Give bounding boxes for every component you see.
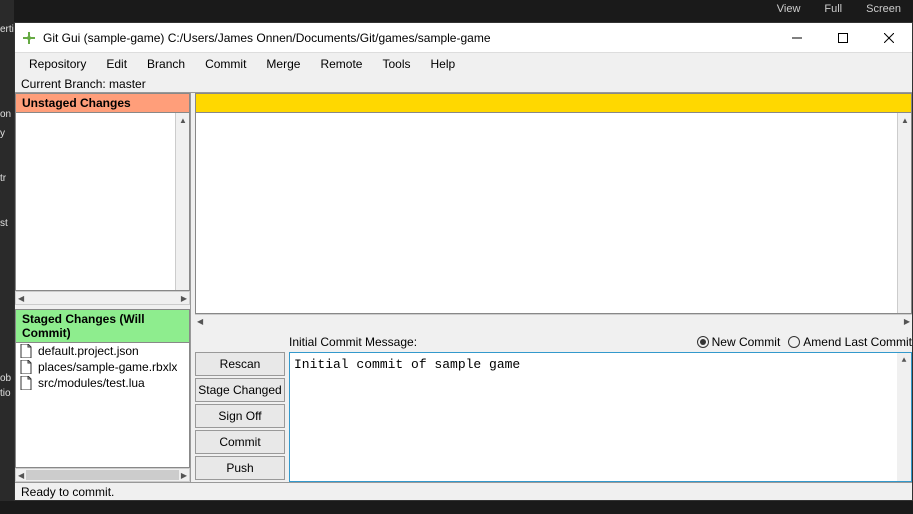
unstaged-list[interactable]: ▲ <box>15 113 190 291</box>
maximize-button[interactable] <box>820 23 866 52</box>
file-row[interactable]: default.project.json <box>16 343 189 359</box>
bg-menu-full: Full <box>812 0 854 22</box>
file-name: src/modules/test.lua <box>38 376 145 390</box>
scrollbar-vertical[interactable]: ▲ <box>897 113 911 313</box>
file-name: default.project.json <box>38 344 139 358</box>
push-button[interactable]: Push <box>195 456 285 480</box>
scrollbar-horizontal[interactable]: ◀▶ <box>15 468 190 482</box>
radio-label: Amend Last Commit <box>803 335 912 349</box>
left-column: Unstaged Changes ▲ ◀▶ Staged Changes (Wi… <box>15 93 191 482</box>
bg-text: ob <box>0 371 14 386</box>
branch-name: master <box>109 77 146 91</box>
menu-repository[interactable]: Repository <box>19 54 96 74</box>
scrollbar-horizontal[interactable]: ◀▶ <box>195 314 912 328</box>
scrollbar-vertical[interactable]: ▲ <box>175 113 189 290</box>
scroll-left-icon[interactable]: ◀ <box>197 317 203 326</box>
scroll-right-icon[interactable]: ▶ <box>904 317 910 326</box>
stage-changed-button[interactable]: Stage Changed <box>195 378 285 402</box>
scrollbar-horizontal[interactable]: ◀▶ <box>15 291 190 305</box>
close-button[interactable] <box>866 23 912 52</box>
scroll-up-icon[interactable]: ▲ <box>897 353 911 367</box>
window-title: Git Gui (sample-game) C:/Users/James Onn… <box>43 31 774 45</box>
menu-edit[interactable]: Edit <box>96 54 137 74</box>
menubar: Repository Edit Branch Commit Merge Remo… <box>15 53 912 75</box>
radio-unselected-icon <box>788 336 800 348</box>
menu-merge[interactable]: Merge <box>256 54 310 74</box>
sign-off-button[interactable]: Sign Off <box>195 404 285 428</box>
commit-message-label: Initial Commit Message: <box>289 335 417 349</box>
bg-menu-screen: Screen <box>854 0 913 22</box>
diff-view[interactable]: ▲ <box>195 113 912 314</box>
menu-branch[interactable]: Branch <box>137 54 195 74</box>
branch-label: Current Branch: <box>21 77 106 91</box>
bg-text: tio <box>0 386 14 401</box>
unstaged-header: Unstaged Changes <box>15 93 190 113</box>
bg-text: st <box>0 216 14 231</box>
scroll-right-icon[interactable]: ▶ <box>181 471 187 480</box>
commit-message-text: Initial commit of sample game <box>294 357 520 372</box>
menu-help[interactable]: Help <box>420 54 465 74</box>
menu-commit[interactable]: Commit <box>195 54 256 74</box>
menu-remote[interactable]: Remote <box>310 54 372 74</box>
scroll-left-icon[interactable]: ◀ <box>18 294 24 303</box>
staged-list[interactable]: default.project.json places/sample-game.… <box>15 343 190 468</box>
scroll-right-icon[interactable]: ▶ <box>181 294 187 303</box>
staged-header: Staged Changes (Will Commit) <box>15 309 190 343</box>
background-left-panel: erties on y tr st ob tio <box>0 0 14 514</box>
commit-message-input[interactable]: Initial commit of sample game ▲ <box>289 352 912 482</box>
diff-header <box>195 93 912 113</box>
message-column: Initial Commit Message: New Commit Amend… <box>289 332 912 482</box>
branch-bar: Current Branch: master <box>15 75 912 93</box>
rescan-button[interactable]: Rescan <box>195 352 285 376</box>
commit-area: Rescan Stage Changed Sign Off Commit Pus… <box>195 332 912 482</box>
git-gui-icon <box>21 30 37 46</box>
bg-menu-view: View <box>765 0 813 22</box>
scroll-left-icon[interactable]: ◀ <box>18 471 24 480</box>
git-gui-window: Git Gui (sample-game) C:/Users/James Onn… <box>14 22 913 501</box>
menu-tools[interactable]: Tools <box>372 54 420 74</box>
bg-text: on <box>0 107 14 122</box>
right-column: ▲ ◀▶ Rescan Stage Changed Sign Off Commi… <box>191 93 912 482</box>
amend-commit-radio[interactable]: Amend Last Commit <box>788 335 912 349</box>
file-name: places/sample-game.rbxlx <box>38 360 177 374</box>
file-icon <box>20 344 34 358</box>
radio-label: New Commit <box>712 335 781 349</box>
file-icon <box>20 376 34 390</box>
new-commit-radio[interactable]: New Commit <box>697 335 781 349</box>
scroll-thumb[interactable] <box>26 470 179 480</box>
commit-type-radio-group: New Commit Amend Last Commit <box>697 335 912 349</box>
background-bottom <box>0 501 913 514</box>
radio-selected-icon <box>697 336 709 348</box>
titlebar: Git Gui (sample-game) C:/Users/James Onn… <box>15 23 912 53</box>
scroll-up-icon[interactable]: ▲ <box>176 113 190 127</box>
scroll-up-icon[interactable]: ▲ <box>898 113 912 127</box>
file-icon <box>20 360 34 374</box>
bg-text: tr <box>0 171 14 186</box>
status-bar: Ready to commit. <box>15 482 912 500</box>
commit-button[interactable]: Commit <box>195 430 285 454</box>
background-top-bar: View Full Screen <box>0 0 913 22</box>
bg-text: erties <box>0 22 14 37</box>
button-column: Rescan Stage Changed Sign Off Commit Pus… <box>195 332 285 482</box>
file-row[interactable]: src/modules/test.lua <box>16 375 189 391</box>
minimize-button[interactable] <box>774 23 820 52</box>
file-row[interactable]: places/sample-game.rbxlx <box>16 359 189 375</box>
scrollbar-vertical[interactable]: ▲ <box>897 353 911 481</box>
bg-text: y <box>0 126 14 141</box>
